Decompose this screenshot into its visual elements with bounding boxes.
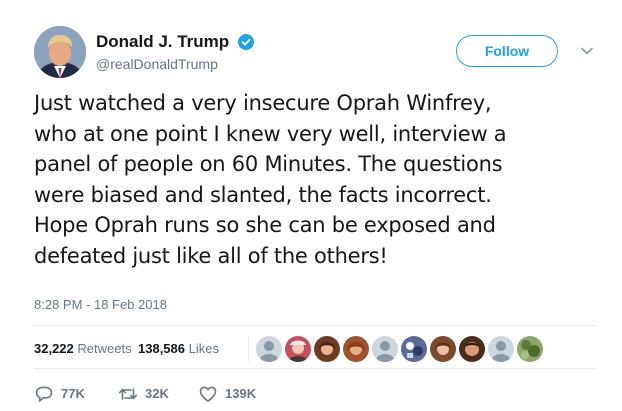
user-photo-icon <box>285 336 311 362</box>
author-display-name[interactable]: Donald J. Trump <box>96 32 229 52</box>
like-count: 139K <box>225 386 257 401</box>
reply-button[interactable]: 77K <box>34 384 85 404</box>
retweet-button[interactable]: 32K <box>118 384 169 404</box>
default-avatar-icon <box>372 336 398 362</box>
liker-avatar[interactable] <box>256 336 282 362</box>
chevron-down-icon[interactable] <box>580 45 594 57</box>
default-avatar-icon <box>488 336 514 362</box>
retweets-stat[interactable]: 32,222 Retweets <box>34 341 132 357</box>
tweet-timestamp[interactable]: 8:28 PM - 18 Feb 2018 <box>34 297 167 313</box>
user-photo-icon <box>517 336 543 362</box>
author-avatar[interactable] <box>34 26 86 78</box>
default-avatar-icon <box>256 336 282 362</box>
tweet-stats: 32,222 Retweets 138,586 Likes <box>34 334 596 364</box>
author-handle[interactable]: @realDonaldTrump <box>96 55 254 73</box>
tweet-card: Donald J. Trump @realDonaldTrump Follow … <box>0 0 622 411</box>
liker-avatar[interactable] <box>517 336 543 362</box>
verified-badge-icon <box>237 34 254 50</box>
avatar-portrait-icon <box>34 26 86 78</box>
divider-bottom <box>34 368 596 369</box>
author-names: Donald J. Trump @realDonaldTrump <box>96 32 254 73</box>
tweet-text: Just watched a very insecure Oprah Winfr… <box>34 91 507 268</box>
divider-top <box>34 325 596 326</box>
user-photo-icon <box>430 336 456 362</box>
heart-icon <box>199 386 217 402</box>
liker-avatar[interactable] <box>372 336 398 362</box>
reply-icon <box>35 386 53 402</box>
user-photo-icon <box>314 336 340 362</box>
liker-avatar[interactable] <box>430 336 456 362</box>
retweets-label: Retweets <box>77 341 132 356</box>
likes-label: Likes <box>188 341 219 356</box>
liker-avatar[interactable] <box>314 336 340 362</box>
user-photo-icon <box>459 336 485 362</box>
liker-avatar[interactable] <box>459 336 485 362</box>
liker-avatar[interactable] <box>343 336 369 362</box>
user-photo-icon <box>343 336 369 362</box>
liker-avatar[interactable] <box>285 336 311 362</box>
user-photo-icon <box>401 336 427 362</box>
retweets-count: 32,222 <box>34 341 74 356</box>
liker-avatar[interactable] <box>401 336 427 362</box>
stats-separator <box>248 336 249 362</box>
follow-button[interactable]: Follow <box>456 35 558 67</box>
retweet-icon <box>119 388 137 400</box>
likes-stat[interactable]: 138,586 Likes <box>138 341 219 357</box>
tweet-header: Donald J. Trump @realDonaldTrump Follow <box>34 26 600 82</box>
retweet-count: 32K <box>145 386 169 401</box>
liker-avatar[interactable] <box>488 336 514 362</box>
likes-count: 138,586 <box>138 341 185 356</box>
tweet-actions: 77K 32K 139K <box>34 384 596 404</box>
like-button[interactable]: 139K <box>198 384 256 404</box>
reply-count: 77K <box>61 386 85 401</box>
